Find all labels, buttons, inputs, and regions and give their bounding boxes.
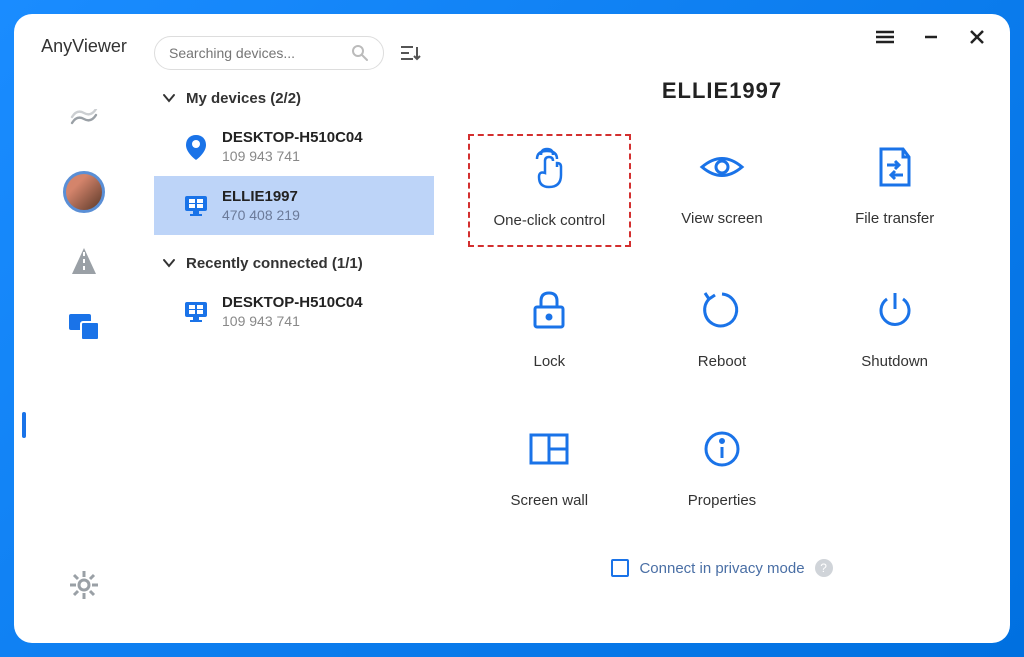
search-box[interactable] — [154, 36, 384, 70]
chevron-down-icon — [162, 90, 176, 107]
device-item-recent-desktop[interactable]: DESKTOP-H510C04 109 943 741 — [154, 282, 434, 341]
action-label: Lock — [533, 353, 565, 370]
detail-panel: ELLIE1997 One-click control View screen — [434, 14, 1010, 643]
action-properties[interactable]: Properties — [641, 416, 804, 525]
sidebar: AnyViewer — [14, 14, 154, 643]
settings-icon[interactable] — [66, 567, 102, 603]
main-area: My devices (2/2) DESKTOP-H510C04 109 943… — [154, 14, 1010, 643]
device-item-ellie1997[interactable]: ELLIE1997 470 408 219 — [154, 176, 434, 235]
action-label: View screen — [681, 210, 762, 227]
action-label: Shutdown — [861, 353, 928, 370]
selected-device-title: ELLIE1997 — [458, 78, 986, 104]
privacy-label: Connect in privacy mode — [639, 560, 804, 577]
nav-connect-icon[interactable] — [66, 101, 102, 137]
device-item-desktop[interactable]: DESKTOP-H510C04 109 943 741 — [154, 117, 434, 176]
action-reboot[interactable]: Reboot — [641, 277, 804, 386]
privacy-mode-row[interactable]: Connect in privacy mode ? — [458, 559, 986, 577]
app-window: AnyViewer — [14, 14, 1010, 643]
nav-road-icon[interactable] — [66, 243, 102, 279]
grid-icon — [526, 426, 572, 472]
touch-icon — [526, 146, 572, 192]
device-id: 470 408 219 — [222, 207, 300, 223]
action-label: File transfer — [855, 210, 934, 227]
search-icon — [351, 44, 369, 62]
chevron-down-icon — [162, 255, 176, 272]
action-label: Reboot — [698, 353, 746, 370]
device-panel: My devices (2/2) DESKTOP-H510C04 109 943… — [154, 14, 434, 643]
titlebar-controls — [874, 26, 988, 48]
search-row — [154, 36, 434, 70]
sort-button[interactable] — [398, 41, 422, 65]
action-lock[interactable]: Lock — [468, 277, 631, 386]
device-name: DESKTOP-H510C04 — [222, 129, 363, 146]
action-one-click-control[interactable]: One-click control — [468, 134, 631, 247]
power-icon — [872, 287, 918, 333]
pin-icon — [182, 133, 210, 161]
action-grid: One-click control View screen File trans… — [458, 134, 986, 525]
group-label: Recently connected (1/1) — [186, 255, 363, 272]
lock-icon — [526, 287, 572, 333]
action-label: One-click control — [493, 212, 605, 229]
action-shutdown[interactable]: Shutdown — [813, 277, 976, 386]
device-name: DESKTOP-H510C04 — [222, 294, 363, 311]
file-transfer-icon — [872, 144, 918, 190]
info-icon — [699, 426, 745, 472]
action-view-screen[interactable]: View screen — [641, 134, 804, 247]
user-avatar[interactable] — [63, 171, 105, 213]
privacy-checkbox[interactable] — [611, 559, 629, 577]
device-name: ELLIE1997 — [222, 188, 300, 205]
minimize-button[interactable] — [920, 26, 942, 48]
group-header-recent[interactable]: Recently connected (1/1) — [154, 235, 434, 282]
reboot-icon — [699, 287, 745, 333]
help-icon[interactable]: ? — [815, 559, 833, 577]
action-label: Properties — [688, 492, 756, 509]
action-label: Screen wall — [511, 492, 589, 509]
eye-icon — [699, 144, 745, 190]
device-id: 109 943 741 — [222, 313, 363, 329]
action-screen-wall[interactable]: Screen wall — [468, 416, 631, 525]
action-file-transfer[interactable]: File transfer — [813, 134, 976, 247]
app-title: AnyViewer — [41, 36, 127, 57]
search-input[interactable] — [169, 45, 351, 61]
group-label: My devices (2/2) — [186, 90, 301, 107]
close-button[interactable] — [966, 26, 988, 48]
group-header-my-devices[interactable]: My devices (2/2) — [154, 70, 434, 117]
sidebar-active-indicator — [22, 412, 26, 438]
monitor-icon — [182, 298, 210, 326]
monitor-icon — [182, 192, 210, 220]
device-id: 109 943 741 — [222, 148, 363, 164]
menu-icon[interactable] — [874, 26, 896, 48]
nav-devices-icon[interactable] — [66, 309, 102, 345]
